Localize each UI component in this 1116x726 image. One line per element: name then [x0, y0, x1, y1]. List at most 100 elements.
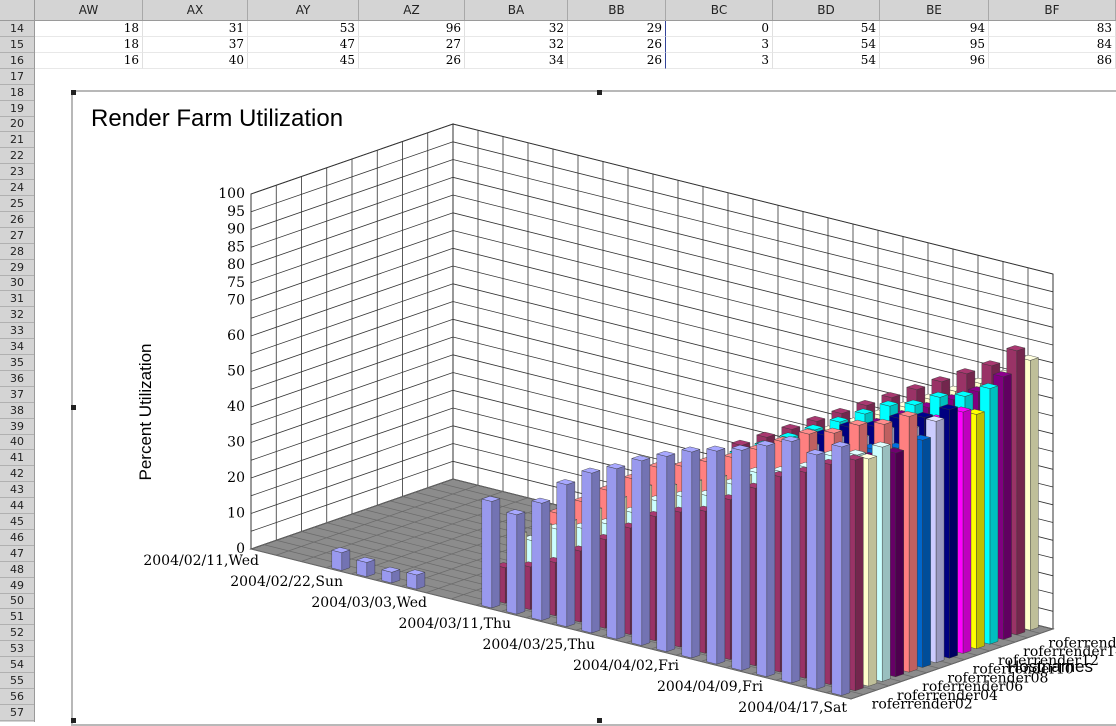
table-cell[interactable]: 26: [568, 53, 666, 69]
table-cell[interactable]: 94: [880, 21, 989, 37]
table-cell[interactable]: 32: [465, 21, 568, 37]
table-cell[interactable]: 3: [666, 37, 773, 53]
row-header[interactable]: 44: [0, 498, 34, 514]
row-header[interactable]: 22: [0, 148, 34, 165]
table-cell[interactable]: 16: [35, 53, 143, 69]
table-cell[interactable]: 31: [143, 21, 248, 37]
column-header[interactable]: AX: [143, 0, 248, 20]
row-header[interactable]: 50: [0, 593, 34, 610]
row-header[interactable]: 43: [0, 482, 34, 499]
resize-handle[interactable]: [71, 90, 76, 95]
resize-handle[interactable]: [71, 405, 76, 410]
table-cell[interactable]: 3: [666, 53, 773, 69]
row-header[interactable]: 51: [0, 609, 34, 626]
spreadsheet-grid[interactable]: 18 31 53 96 32 29 0 54 94 83 18 37 47 27 32 26 3 54 95 84 16…: [35, 21, 1116, 726]
y-tick-label: 80: [227, 257, 245, 273]
row-header[interactable]: 24: [0, 180, 34, 196]
column-header[interactable]: BA: [465, 0, 568, 20]
table-cell[interactable]: 96: [880, 53, 989, 69]
table-cell[interactable]: 95: [880, 37, 989, 53]
table-cell[interactable]: 34: [465, 53, 568, 69]
table-cell[interactable]: 18: [35, 21, 143, 37]
row-header[interactable]: 52: [0, 625, 34, 642]
row-header[interactable]: 34: [0, 339, 34, 355]
bar-side: [541, 500, 551, 621]
column-header[interactable]: BF: [989, 0, 1116, 20]
row-header[interactable]: 14: [0, 21, 34, 37]
row-header[interactable]: 45: [0, 514, 34, 530]
row-header[interactable]: 21: [0, 132, 34, 149]
resize-handle[interactable]: [71, 718, 76, 723]
row-header[interactable]: 54: [0, 657, 34, 673]
row-header[interactable]: 18: [0, 85, 34, 101]
row-header[interactable]: 31: [0, 291, 34, 308]
row-header[interactable]: 42: [0, 466, 34, 483]
bar-side: [922, 437, 931, 668]
row-header[interactable]: 56: [0, 689, 34, 705]
table-cell[interactable]: 37: [143, 37, 248, 53]
column-header[interactable]: BE: [880, 0, 989, 20]
bar-front: [706, 448, 717, 665]
row-header[interactable]: 38: [0, 403, 34, 419]
row-header[interactable]: 26: [0, 212, 34, 228]
table-cell[interactable]: 84: [989, 37, 1116, 53]
column-headers: AW AX AY AZ BA BB BC BD BE BF: [35, 0, 1116, 21]
row-header[interactable]: 41: [0, 450, 34, 467]
row-header[interactable]: 15: [0, 37, 34, 53]
row-header[interactable]: 40: [0, 434, 34, 451]
row-header[interactable]: 46: [0, 530, 34, 546]
table-cell[interactable]: 54: [773, 37, 880, 53]
row-header[interactable]: 25: [0, 196, 34, 212]
row-header[interactable]: 32: [0, 307, 34, 324]
row-header[interactable]: 36: [0, 371, 34, 387]
row-header[interactable]: 27: [0, 228, 34, 244]
table-cell[interactable]: 40: [143, 53, 248, 69]
row-header[interactable]: 57: [0, 705, 34, 721]
row-header[interactable]: 29: [0, 260, 34, 276]
row-header[interactable]: 16: [0, 53, 34, 69]
table-cell[interactable]: 86: [989, 53, 1116, 69]
row-header[interactable]: 33: [0, 323, 34, 340]
select-all-corner[interactable]: [0, 0, 35, 21]
table-cell[interactable]: 96: [359, 21, 465, 37]
chart-object[interactable]: 0 10 20 30 40 50 60 70 75 80 85 90 95 100 2004/02/11,W…: [71, 90, 1116, 726]
row-header[interactable]: 53: [0, 641, 34, 658]
table-cell[interactable]: 47: [248, 37, 359, 53]
table-cell[interactable]: 26: [359, 53, 465, 69]
resize-handle[interactable]: [597, 718, 602, 723]
column-header[interactable]: AZ: [359, 0, 465, 20]
row-header[interactable]: 30: [0, 275, 34, 292]
row-header[interactable]: 47: [0, 546, 34, 562]
table-cell[interactable]: 54: [773, 53, 880, 69]
column-header[interactable]: BC: [666, 0, 773, 20]
chart-bar: [656, 450, 676, 652]
column-header[interactable]: AY: [248, 0, 359, 20]
chart-bar: [331, 547, 351, 571]
row-header[interactable]: 28: [0, 244, 34, 260]
y-tick-label: 85: [227, 239, 245, 255]
table-cell[interactable]: 54: [773, 21, 880, 37]
row-header[interactable]: 37: [0, 387, 34, 403]
column-header[interactable]: BD: [773, 0, 880, 20]
row-header[interactable]: 39: [0, 419, 34, 435]
row-header[interactable]: 49: [0, 578, 34, 594]
table-cell[interactable]: 26: [568, 37, 666, 53]
row-header[interactable]: 23: [0, 164, 34, 181]
table-cell[interactable]: 0: [666, 21, 773, 37]
table-cell[interactable]: 29: [568, 21, 666, 37]
table-cell[interactable]: 18: [35, 37, 143, 53]
row-header[interactable]: 55: [0, 673, 34, 689]
table-cell[interactable]: 32: [465, 37, 568, 53]
row-header[interactable]: 20: [0, 116, 34, 133]
table-cell[interactable]: 45: [248, 53, 359, 69]
row-header[interactable]: 35: [0, 355, 34, 371]
row-header[interactable]: 48: [0, 562, 34, 578]
row-header[interactable]: 17: [0, 69, 34, 85]
column-header[interactable]: BB: [568, 0, 666, 20]
resize-handle[interactable]: [597, 90, 602, 95]
table-cell[interactable]: 53: [248, 21, 359, 37]
table-cell[interactable]: 27: [359, 37, 465, 53]
column-header[interactable]: AW: [35, 0, 143, 20]
row-header[interactable]: 19: [0, 101, 34, 117]
table-cell[interactable]: 83: [989, 21, 1116, 37]
